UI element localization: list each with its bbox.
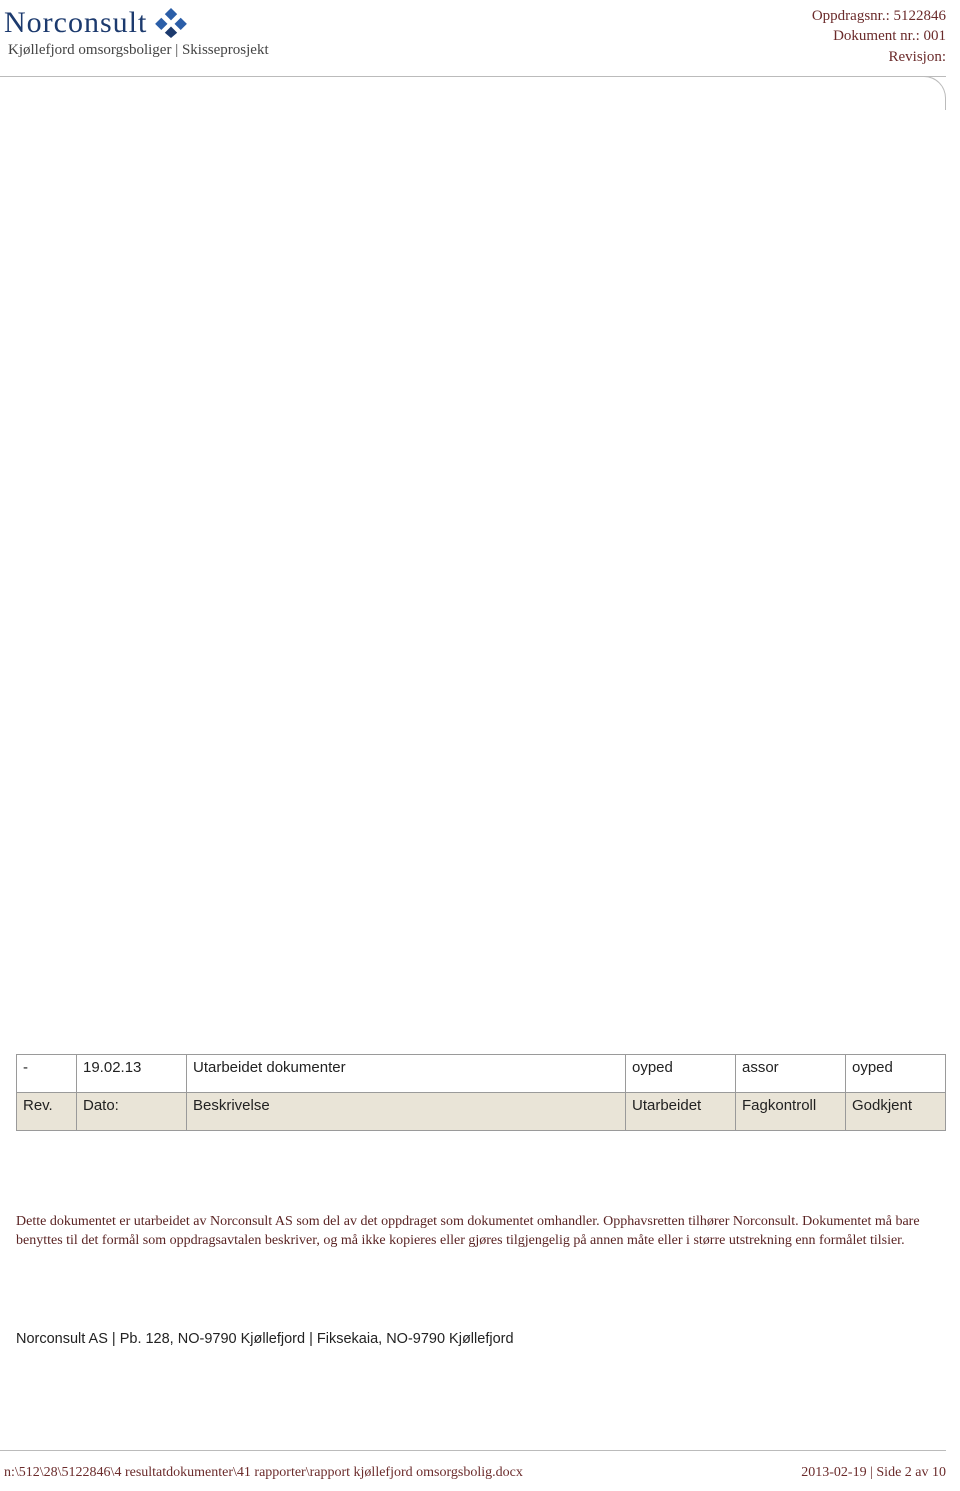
meta-revisjon-label: Revisjon: (888, 49, 946, 65)
table-row: - 19.02.13 Utarbeidet dokumenter oyped a… (17, 1055, 946, 1093)
footer-path: n:\512\28\5122846\4 resultatdokumenter\4… (4, 1465, 523, 1481)
meta-oppdrag-value: 5122846 (894, 8, 947, 24)
meta-revisjon: Revisjon: (812, 47, 946, 67)
cell-godkjent: oyped (846, 1055, 946, 1093)
norconsult-logo-icon (153, 8, 189, 38)
table-header-row: Rev. Dato: Beskrivelse Utarbeidet Fagkon… (17, 1093, 946, 1131)
header-meta: Oppdragsnr.: 5122846 Dokument nr.: 001 R… (812, 6, 946, 67)
meta-oppdrag-label: Oppdragsnr.: (812, 8, 890, 24)
head-rev: Rev. (17, 1093, 77, 1131)
head-godkjent: Godkjent (846, 1093, 946, 1131)
head-utarbeidet: Utarbeidet (626, 1093, 736, 1131)
company-byline: Norconsult AS | Pb. 128, NO-9790 Kjøllef… (16, 1331, 946, 1347)
footer-page: 2013-02-19 | Side 2 av 10 (801, 1465, 946, 1481)
head-desc: Beskrivelse (187, 1093, 626, 1131)
legal-p1: Dette dokumentet er utarbeidet av Norcon… (16, 1214, 799, 1229)
revision-table-block: - 19.02.13 Utarbeidet dokumenter oyped a… (16, 1054, 946, 1131)
footer-rule (0, 1450, 946, 1451)
page-content: - 19.02.13 Utarbeidet dokumenter oyped a… (0, 78, 946, 1431)
cell-utarbeidet: oyped (626, 1055, 736, 1093)
cell-rev: - (17, 1055, 77, 1093)
revision-table: - 19.02.13 Utarbeidet dokumenter oyped a… (16, 1054, 946, 1131)
page-header: Norconsult Kjøllefjord omsorgsboliger | … (0, 0, 960, 67)
brand-row: Norconsult (4, 6, 269, 40)
head-fagkontroll: Fagkontroll (736, 1093, 846, 1131)
meta-dokument: Dokument nr.: 001 (812, 26, 946, 46)
meta-dokument-value: 001 (924, 28, 947, 44)
legal-text: Dette dokumentet er utarbeidet av Norcon… (16, 1213, 946, 1251)
head-date: Dato: (77, 1093, 187, 1131)
meta-oppdrag: Oppdragsnr.: 5122846 (812, 6, 946, 26)
brand-block: Norconsult Kjøllefjord omsorgsboliger | … (4, 6, 269, 59)
meta-dokument-label: Dokument nr.: (833, 28, 920, 44)
page-footer: n:\512\28\5122846\4 resultatdokumenter\4… (4, 1465, 946, 1481)
cell-date: 19.02.13 (77, 1055, 187, 1093)
brand-name: Norconsult (4, 6, 147, 40)
cell-fagkontroll: assor (736, 1055, 846, 1093)
project-subtitle: Kjøllefjord omsorgsboliger | Skisseprosj… (4, 42, 269, 59)
cell-desc: Utarbeidet dokumenter (187, 1055, 626, 1093)
document-page: Norconsult Kjøllefjord omsorgsboliger | … (0, 0, 960, 1491)
header-rule (0, 76, 946, 77)
